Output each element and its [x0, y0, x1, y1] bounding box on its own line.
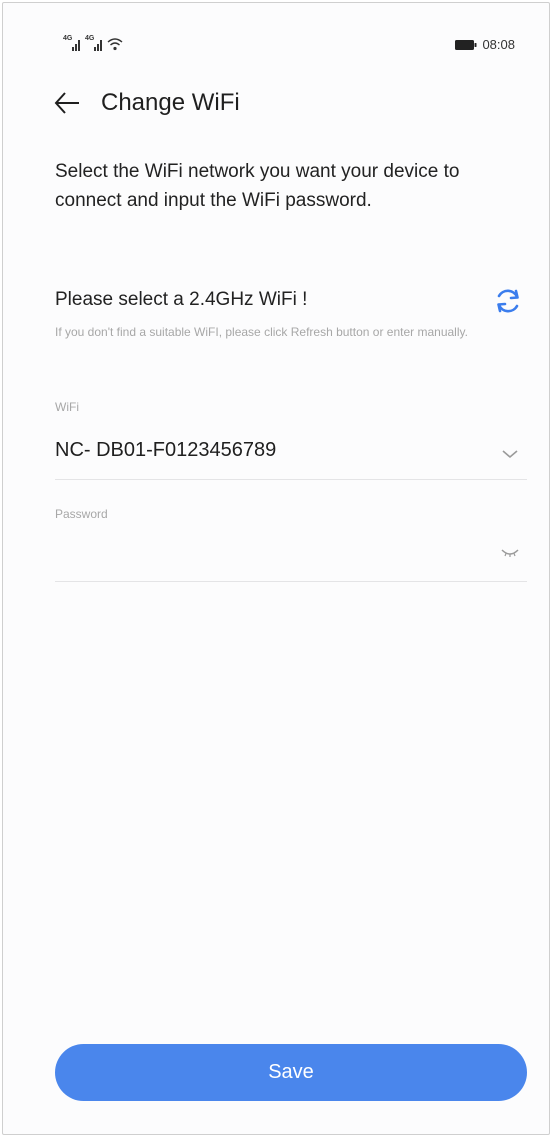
- wifi-field-label: WiFi: [55, 400, 79, 414]
- cellular-signal-icon: 4G: [85, 35, 103, 51]
- wifi-select-value[interactable]: NC- DB01-F0123456789: [55, 439, 276, 462]
- chevron-down-icon[interactable]: [500, 448, 520, 460]
- wifi-hint-text: If you don't find a suitable WiFI, pleas…: [55, 325, 468, 339]
- battery-icon: [455, 39, 477, 50]
- password-field-divider: [55, 581, 527, 582]
- save-button[interactable]: Save: [55, 1044, 527, 1101]
- password-input[interactable]: [55, 533, 479, 569]
- status-time: 08:08: [482, 37, 515, 52]
- password-field-label: Password: [55, 507, 108, 521]
- cellular-signal-icon: 4G: [63, 35, 81, 51]
- signal-2-label: 4G: [85, 35, 95, 42]
- page-description: Select the WiFi network you want your de…: [55, 161, 460, 211]
- status-right: 08:08: [455, 37, 515, 52]
- wifi-field-divider: [55, 479, 527, 480]
- arrow-left-icon[interactable]: [53, 89, 81, 117]
- refresh-icon[interactable]: [492, 287, 524, 315]
- page-title: Change WiFi: [101, 89, 240, 116]
- signal-indicators: 4G 4G: [63, 35, 123, 51]
- wifi-status-icon: [107, 38, 123, 51]
- app-header: Change WiFi: [53, 89, 240, 117]
- eye-closed-icon[interactable]: [500, 547, 520, 559]
- status-bar: 4G 4G 08:08: [3, 33, 549, 63]
- signal-1-label: 4G: [63, 35, 73, 42]
- phone-screen: 4G 4G 08:08 Change WiFi Select the WiFi …: [2, 2, 550, 1135]
- wifi-section-title: Please select a 2.4GHz WiFi !: [55, 289, 308, 310]
